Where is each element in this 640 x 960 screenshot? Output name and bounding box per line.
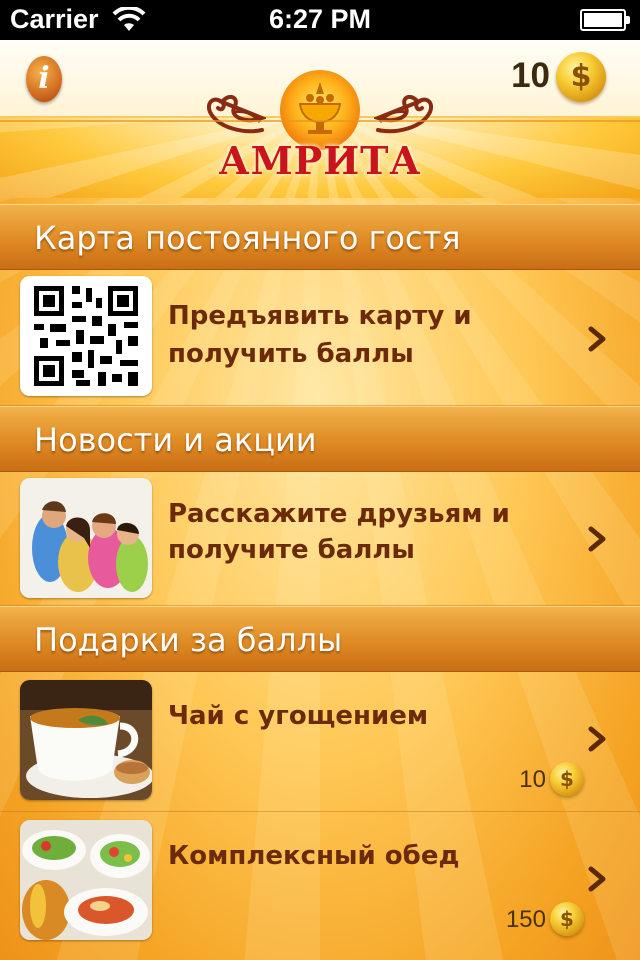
lunch-photo-icon xyxy=(20,820,152,940)
section-header-loyalty-card: Карта постоянного гостя xyxy=(0,204,640,270)
gift-item-row[interactable]: Комплексный обед 150 $ xyxy=(0,812,640,960)
gift-item-row[interactable]: Чай с угощением 10 $ xyxy=(0,672,640,812)
section-header-gifts: Подарки за баллы xyxy=(0,606,640,672)
loyalty-card-title-line2: получить баллы xyxy=(168,339,414,369)
loyalty-card-row[interactable]: Предъявить карту и получить баллы xyxy=(0,270,640,406)
friends-photo-icon xyxy=(20,478,152,598)
friends-photo xyxy=(20,478,152,598)
swan-right-icon xyxy=(374,94,433,134)
info-button[interactable]: i xyxy=(26,56,62,102)
chevron-right-icon xyxy=(588,726,606,752)
coin-icon: $ xyxy=(550,902,584,936)
clock: 6:27 PM xyxy=(268,4,372,34)
battery-icon xyxy=(580,9,630,31)
section-header-news: Новости и акции xyxy=(0,406,640,472)
swan-left-icon xyxy=(207,94,266,134)
gift-item-title: Комплексный обед xyxy=(168,841,460,871)
news-row[interactable]: Расскажите друзьям и получите баллы xyxy=(0,472,640,606)
gift-item-title: Чай с угощением xyxy=(168,701,429,731)
chevron-right-icon xyxy=(588,866,606,892)
balance-count: 10 xyxy=(511,56,550,95)
qr-code-image xyxy=(20,276,152,396)
app-header: i 10 $ АМРИТА xyxy=(0,40,640,198)
gift-item-price: 150 xyxy=(505,906,546,933)
qr-code-icon xyxy=(20,276,152,396)
news-title-line2: получите баллы xyxy=(168,535,415,565)
chevron-right-icon xyxy=(588,326,606,352)
gift-item-price: 10 xyxy=(519,766,546,793)
lunch-photo xyxy=(20,820,152,940)
brand-title: АМРИТА xyxy=(218,138,422,183)
loyalty-card-title-line1: Предъявить карту и xyxy=(168,301,472,331)
coin-icon: $ xyxy=(556,52,606,102)
status-bar: Carrier 6:27 PM xyxy=(0,0,640,40)
chevron-right-icon xyxy=(588,526,606,552)
news-title-line1: Расскажите друзьям и xyxy=(168,499,510,529)
tea-photo xyxy=(20,680,152,800)
content-area: Карта постоянного гостя Предъявить карту… xyxy=(0,198,640,960)
tea-photo-icon xyxy=(20,680,152,800)
coin-icon: $ xyxy=(550,762,584,796)
header-divider xyxy=(0,120,640,122)
sun-logo-icon xyxy=(280,70,360,150)
